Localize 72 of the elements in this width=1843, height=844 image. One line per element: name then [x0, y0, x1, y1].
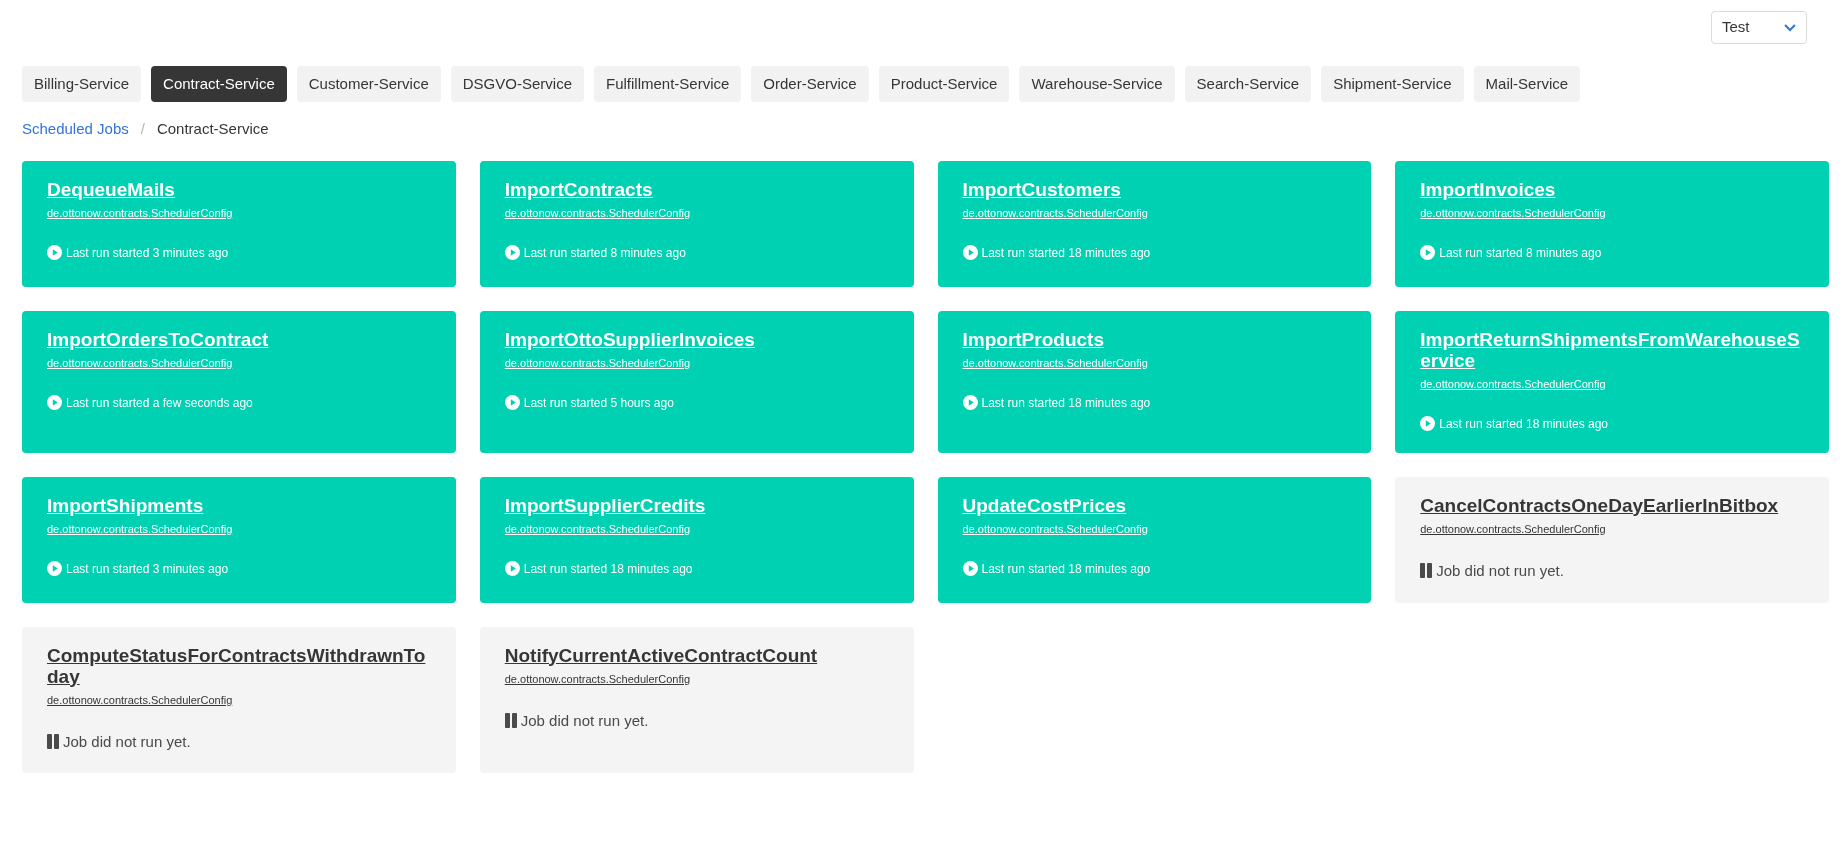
job-status: Last run started 18 minutes ago — [523, 560, 693, 578]
play-icon — [47, 245, 62, 260]
job-status: Last run started 3 minutes ago — [66, 560, 229, 578]
job-status: Job did not run yet. — [1436, 560, 1564, 581]
play-icon — [47, 561, 62, 576]
job-status: Last run started 8 minutes ago — [523, 244, 686, 262]
service-tab[interactable]: Shipment-Service — [1321, 66, 1464, 102]
service-tab[interactable]: Mail-Service — [1473, 66, 1581, 102]
service-tab[interactable]: Search-Service — [1184, 66, 1312, 102]
job-title[interactable]: ImportSupplierCredits — [504, 494, 889, 516]
job-title[interactable]: ImportInvoices — [1420, 178, 1804, 200]
play-icon — [962, 561, 978, 576]
play-icon — [1420, 245, 1436, 260]
job-title[interactable]: CancelContractsOneDayEarlierInBitbox — [1420, 494, 1804, 516]
job-status: Last run started 18 minutes ago — [981, 244, 1151, 262]
service-tab[interactable]: Customer-Service — [296, 66, 441, 102]
job-config[interactable]: de.ottonow.contracts.SchedulerConfig — [504, 354, 691, 371]
job-title[interactable]: ImportOrdersToContract — [47, 328, 431, 350]
job-config[interactable]: de.ottonow.contracts.SchedulerConfig — [962, 520, 1148, 537]
job-status: Last run started 18 minutes ago — [981, 394, 1151, 412]
job-config[interactable]: de.ottonow.contracts.SchedulerConfig — [1420, 375, 1606, 392]
job-status: Last run started 5 hours ago — [523, 394, 674, 412]
service-tab[interactable]: Product-Service — [878, 66, 1010, 102]
pause-icon — [47, 734, 59, 750]
job-config[interactable]: de.ottonow.contracts.SchedulerConfig — [47, 354, 233, 371]
pause-icon — [504, 713, 517, 729]
job-title[interactable]: ImportShipments — [47, 494, 431, 516]
environment-select[interactable]: Test — [1711, 11, 1807, 44]
service-tab[interactable]: DSGVO-Service — [450, 66, 584, 102]
job-title[interactable]: ImportOttoSupplierInvoices — [504, 328, 889, 350]
service-tab[interactable]: Fulfillment-Service — [594, 66, 742, 102]
play-icon — [47, 395, 62, 410]
job-status: Last run started a few seconds ago — [66, 394, 253, 412]
job-config[interactable]: de.ottonow.contracts.SchedulerConfig — [962, 204, 1148, 221]
play-icon — [962, 395, 978, 410]
breadcrumb-link[interactable]: Scheduled Jobs — [22, 118, 129, 141]
job-config[interactable]: de.ottonow.contracts.SchedulerConfig — [47, 691, 233, 708]
job-config[interactable]: de.ottonow.contracts.SchedulerConfig — [504, 520, 691, 537]
job-status: Job did not run yet. — [520, 710, 649, 731]
job-title[interactable]: UpdateCostPrices — [962, 494, 1347, 516]
job-status: Job did not run yet. — [63, 731, 191, 752]
job-title[interactable]: ImportReturnShipmentsFromWarehouseService — [1420, 328, 1804, 371]
job-config[interactable]: de.ottonow.contracts.SchedulerConfig — [47, 204, 233, 221]
job-status: Last run started 3 minutes ago — [66, 244, 229, 262]
job-config[interactable]: de.ottonow.contracts.SchedulerConfig — [504, 204, 691, 221]
job-config[interactable]: de.ottonow.contracts.SchedulerConfig — [504, 670, 691, 687]
job-title[interactable]: ImportProducts — [962, 328, 1347, 350]
play-icon — [504, 245, 520, 260]
service-tab[interactable]: Order-Service — [751, 66, 869, 102]
play-icon — [1420, 416, 1436, 431]
breadcrumb-current: Contract-Service — [156, 119, 269, 139]
play-icon — [504, 395, 520, 410]
job-status: Last run started 18 minutes ago — [1439, 415, 1609, 433]
breadcrumb-separator: / — [140, 119, 145, 139]
service-tab[interactable]: Billing-Service — [22, 66, 142, 102]
job-title[interactable]: ImportContracts — [504, 178, 889, 200]
service-tab[interactable]: Contract-Service — [151, 66, 287, 102]
pause-icon — [1420, 563, 1433, 579]
job-title[interactable]: NotifyCurrentActiveContractCount — [504, 644, 889, 666]
job-config[interactable]: de.ottonow.contracts.SchedulerConfig — [1420, 520, 1606, 537]
chevron-down-icon — [1784, 23, 1796, 32]
play-icon — [962, 245, 978, 260]
job-status: Last run started 8 minutes ago — [1439, 244, 1602, 262]
service-tab[interactable]: Warehouse-Service — [1019, 66, 1175, 102]
job-config[interactable]: de.ottonow.contracts.SchedulerConfig — [1420, 204, 1606, 221]
job-title[interactable]: ImportCustomers — [962, 178, 1347, 200]
job-title[interactable]: DequeueMails — [47, 178, 431, 200]
job-config[interactable]: de.ottonow.contracts.SchedulerConfig — [962, 354, 1148, 371]
job-config[interactable]: de.ottonow.contracts.SchedulerConfig — [47, 520, 233, 537]
job-title[interactable]: ComputeStatusForContractsWithdrawnToday — [47, 644, 431, 687]
job-status: Last run started 18 minutes ago — [981, 560, 1151, 578]
play-icon — [504, 561, 520, 576]
